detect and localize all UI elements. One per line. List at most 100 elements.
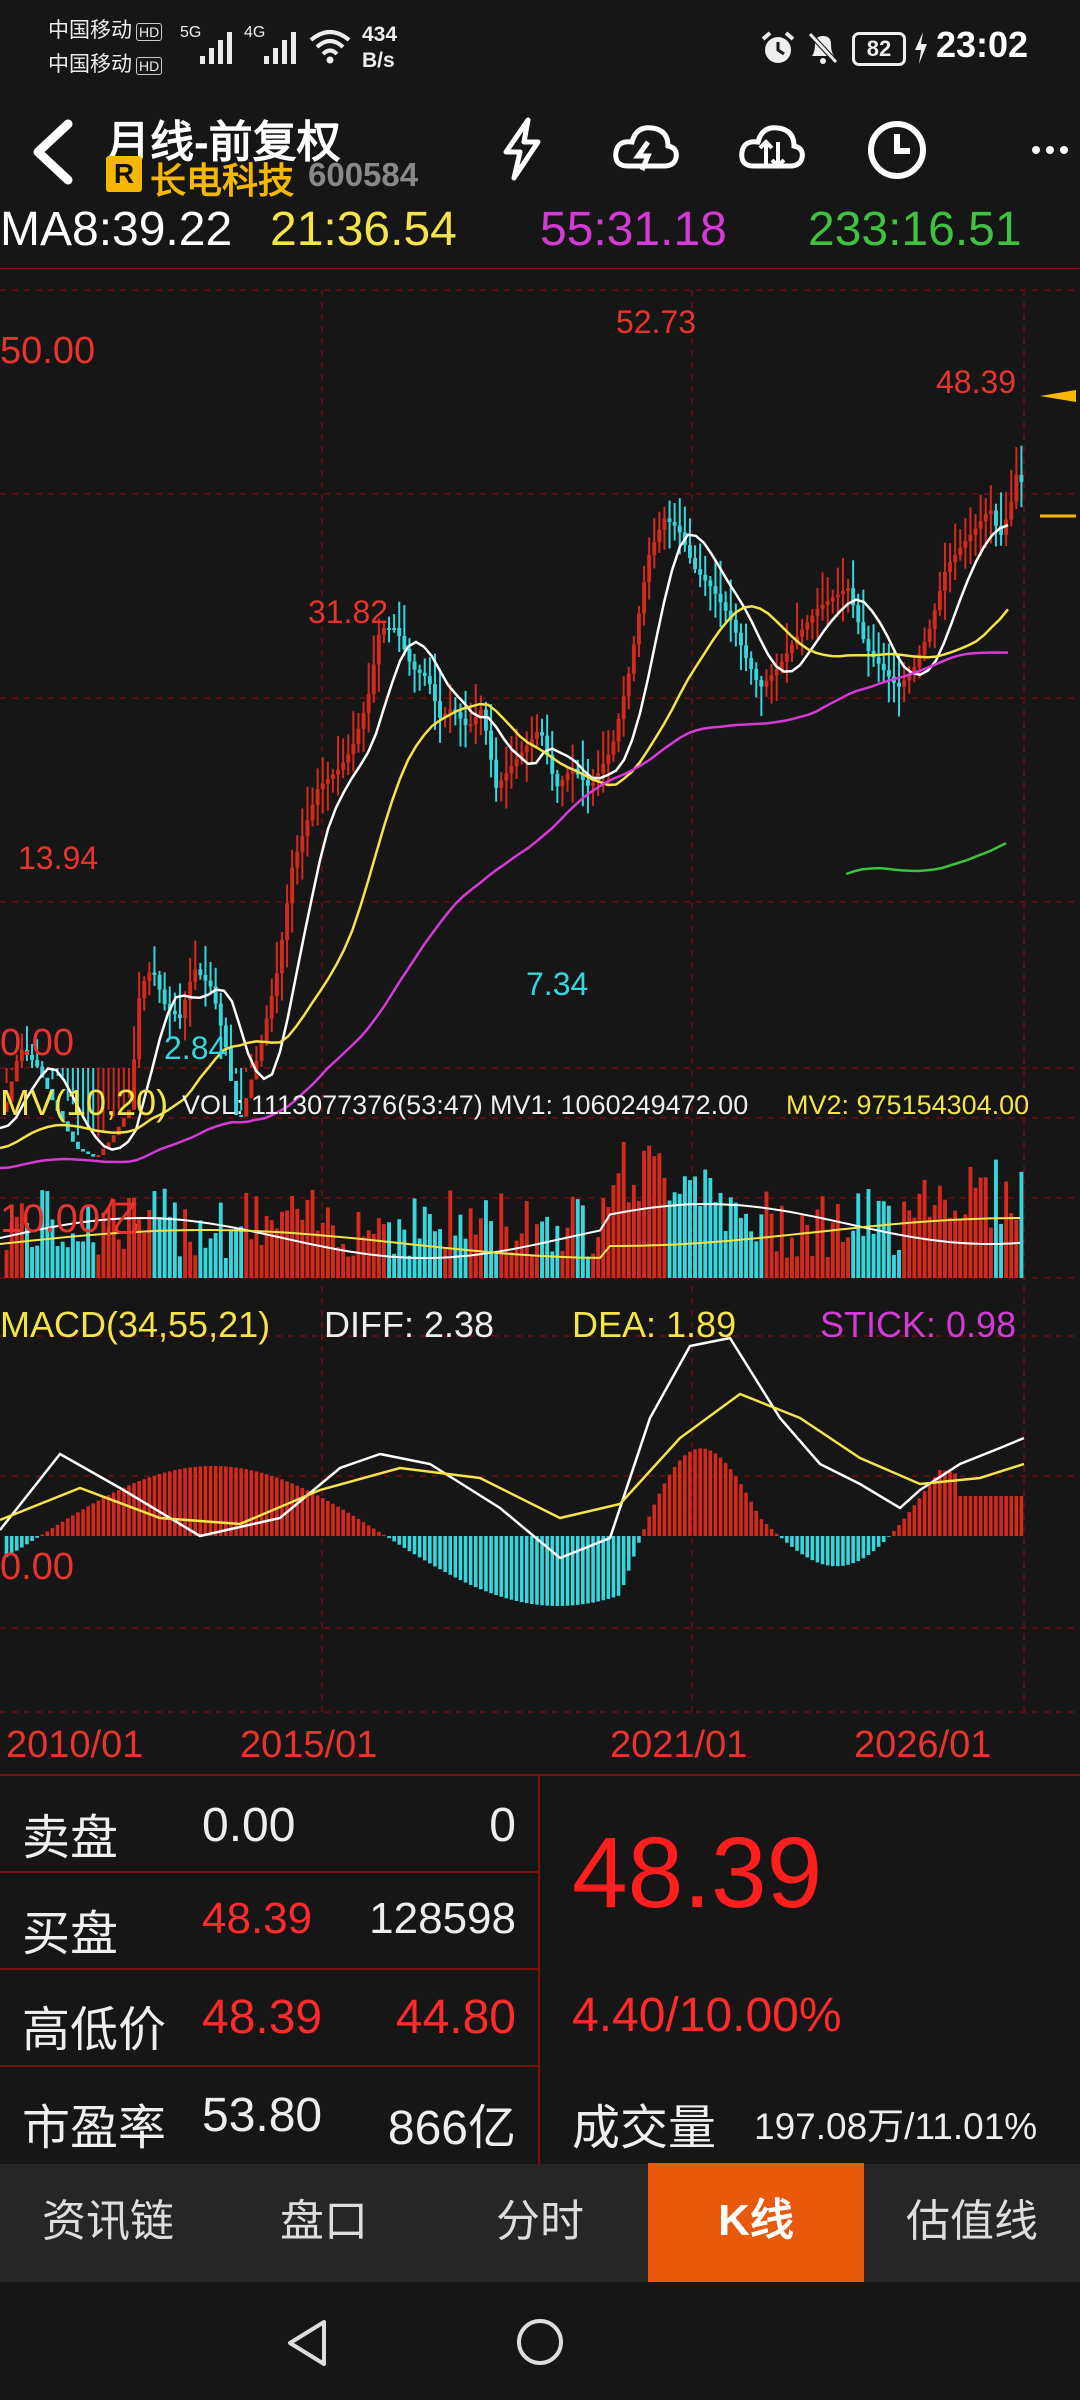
candle-body	[769, 675, 774, 681]
candle-body	[259, 1041, 264, 1061]
macd-histogram-bar	[366, 1525, 371, 1536]
candle-body	[438, 701, 442, 718]
cloud-sync-icon[interactable]	[736, 114, 806, 184]
nav-home-icon[interactable]	[514, 2316, 566, 2368]
macd-histogram-bar	[881, 1536, 886, 1543]
candle-body	[137, 998, 142, 1060]
macd-histogram-bar	[677, 1460, 682, 1536]
nav-back-icon[interactable]	[282, 2316, 332, 2370]
volume-bar	[943, 1199, 947, 1278]
tab-intraday[interactable]: 分时	[432, 2164, 648, 2282]
macd-histogram-bar	[667, 1474, 672, 1536]
volume-bar	[524, 1200, 529, 1278]
volume-bar	[810, 1255, 815, 1278]
candle-body	[698, 569, 703, 575]
macd-histogram-bar	[570, 1536, 575, 1606]
macd-histogram-bar	[173, 1470, 177, 1536]
volume-bar	[376, 1218, 381, 1278]
macd-histogram-bar	[871, 1536, 876, 1552]
tab-kline[interactable]: K线	[648, 2163, 864, 2283]
macd-histogram-bar	[718, 1457, 723, 1536]
candle-body	[667, 518, 672, 522]
macd-histogram-bar	[417, 1536, 422, 1558]
volume-bar	[320, 1222, 325, 1278]
macd-histogram-bar	[116, 1490, 121, 1536]
volume-bar	[249, 1239, 254, 1278]
volume-bar	[963, 1214, 968, 1278]
back-arrow-icon[interactable]	[24, 116, 80, 188]
volume-label: 成交量	[572, 2102, 717, 2155]
macd-histogram-bar	[509, 1536, 514, 1600]
candle-body	[1009, 501, 1014, 520]
volume-bar	[484, 1200, 488, 1278]
tab-news-chain[interactable]: 资讯链	[0, 2164, 216, 2282]
candle-body	[973, 528, 978, 535]
macd-histogram-bar	[698, 1448, 702, 1536]
lightning-icon[interactable]	[486, 114, 556, 184]
candle-body	[560, 779, 565, 787]
candle-body	[693, 557, 697, 570]
candle-body	[392, 628, 397, 630]
volume-bar	[846, 1237, 850, 1278]
buy-label: 买盘	[22, 1908, 119, 1961]
macd-histogram-bar	[463, 1536, 468, 1583]
candle-body	[494, 759, 499, 788]
macd-histogram-bar	[122, 1487, 126, 1536]
macd-histogram-bar	[774, 1533, 779, 1536]
peak-2015-label: 31.82	[308, 594, 389, 630]
macd-histogram-bar	[203, 1466, 208, 1536]
more-menu-icon[interactable]	[1030, 120, 1080, 180]
macd-histogram-bar	[428, 1536, 432, 1564]
candle-body	[856, 605, 861, 623]
candle-body	[800, 629, 805, 637]
quote-panel: 卖盘 0.00 0 买盘 48.39 128598 高低价 48.39 44.8…	[0, 1774, 1080, 2164]
tab-valuation[interactable]: 估值线	[864, 2164, 1080, 2282]
macd-histogram-bar	[550, 1536, 555, 1606]
signal-icon-1	[200, 32, 232, 64]
history-clock-icon[interactable]	[862, 114, 932, 184]
status-bar: 中国移动 HD 中国移动 HD 5G 4G 434 B/s 82 23:02	[0, 0, 1080, 100]
candle-body	[988, 510, 993, 515]
wifi-icon	[309, 30, 351, 64]
candle-body	[412, 661, 417, 670]
macd-histogram-bar	[927, 1484, 932, 1536]
candle-body	[310, 804, 315, 821]
macd-histogram-bar	[55, 1524, 60, 1536]
macd-histogram-bar	[371, 1528, 376, 1536]
volume-bar	[218, 1202, 223, 1278]
macd-histogram-bar	[938, 1469, 942, 1536]
kline-chart[interactable]	[0, 268, 1080, 1768]
candle-body	[346, 754, 351, 763]
macd-histogram-bar	[71, 1515, 75, 1536]
macd-histogram-bar	[1009, 1496, 1014, 1536]
macd-histogram-bar	[779, 1536, 784, 1539]
candle-body	[835, 594, 840, 598]
candle-body	[295, 851, 300, 868]
macd-histogram-bar	[86, 1506, 90, 1536]
candle-body	[524, 745, 529, 753]
date-label: 2010/01	[6, 1724, 144, 1766]
candle-body	[111, 1135, 116, 1143]
macd-histogram-bar	[647, 1516, 651, 1536]
candle-body	[703, 574, 708, 581]
macd-histogram-bar	[320, 1498, 325, 1536]
candle-body	[815, 608, 820, 616]
candle-body	[937, 591, 942, 611]
macd-histogram-bar	[723, 1462, 728, 1536]
candle-body	[341, 762, 346, 770]
macd-histogram-bar	[218, 1466, 223, 1536]
macd-histogram-bar	[973, 1496, 978, 1536]
macd-histogram-bar	[754, 1510, 759, 1536]
macd-histogram-bar	[91, 1503, 96, 1536]
candle-body	[866, 639, 871, 652]
tab-order-book[interactable]: 盘口	[216, 2164, 432, 2282]
sell-price: 0.00	[202, 1799, 296, 1852]
candle-body	[1019, 474, 1024, 483]
volume-bar	[912, 1217, 917, 1278]
cloud-lightning-icon[interactable]	[610, 114, 680, 184]
macd-histogram-bar	[810, 1536, 815, 1561]
macd-histogram-bar	[958, 1496, 963, 1536]
candle-body	[790, 644, 794, 654]
volume-bar	[397, 1219, 402, 1278]
volume-bar	[55, 1246, 60, 1278]
